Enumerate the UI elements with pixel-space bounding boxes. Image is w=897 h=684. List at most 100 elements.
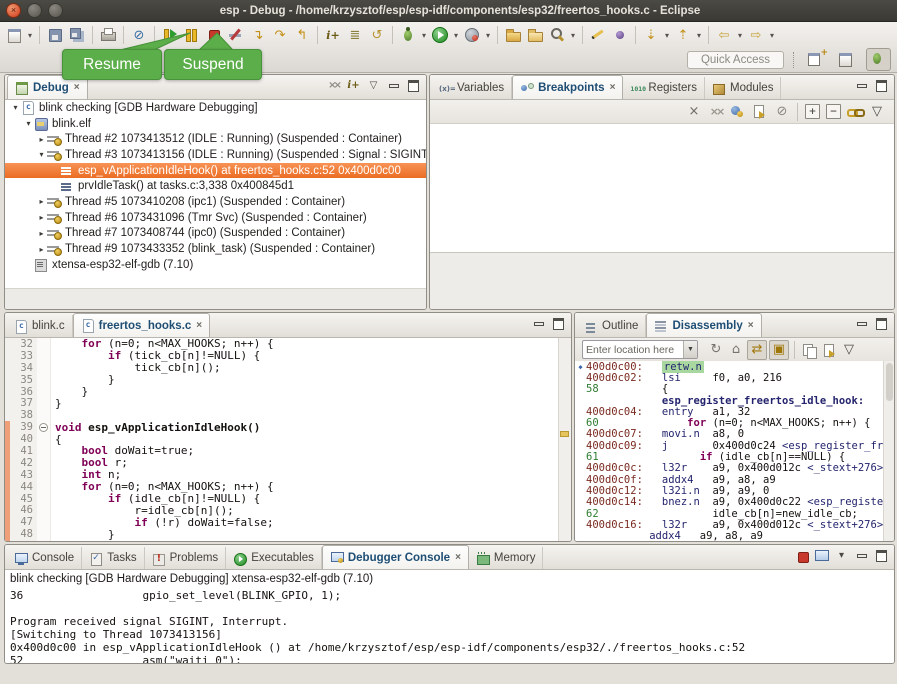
sync-with-context-icon[interactable]: ⇄ — [747, 340, 767, 360]
window-minimize-button[interactable] — [27, 3, 42, 18]
tab-variables[interactable]: Variables — [432, 77, 512, 99]
console-dropdown-icon[interactable]: ▾ — [833, 547, 850, 564]
terminate-icon[interactable] — [204, 25, 224, 45]
tab-outline[interactable]: Outline — [577, 315, 646, 337]
tab-console[interactable]: Console — [7, 547, 82, 569]
step-into-icon[interactable]: ↴ — [248, 25, 268, 45]
debug-tree-row[interactable]: ▸Thread #2 1073413512 (IDLE : Running) (… — [5, 131, 426, 147]
forward-history-icon[interactable]: ⇨ — [746, 25, 766, 45]
expander-icon[interactable]: ▸ — [36, 213, 47, 222]
debug-tree-row[interactable]: ▾Thread #3 1073413156 (IDLE : Running) (… — [5, 147, 426, 163]
close-icon[interactable]: × — [455, 552, 461, 563]
save-icon[interactable] — [45, 25, 65, 45]
display-selected-console-icon[interactable] — [813, 547, 830, 564]
resume-icon[interactable] — [160, 25, 180, 45]
expander-icon[interactable]: ▸ — [36, 245, 47, 254]
restart-icon[interactable]: ↺ — [367, 25, 387, 45]
last-edit-location-icon[interactable] — [610, 25, 630, 45]
tab-debugger-console[interactable]: Debugger Console× — [322, 545, 469, 569]
tab-executables[interactable]: Executables — [226, 547, 322, 569]
instruction-stepping-icon[interactable]: i+ — [323, 25, 343, 45]
minimize-icon[interactable] — [853, 547, 870, 564]
debug-tree-row[interactable]: ▾blink checking [GDB Hardware Debugging] — [5, 100, 426, 116]
maximize-icon[interactable] — [405, 77, 422, 94]
view-menu-icon[interactable]: ▽ — [867, 102, 887, 122]
debug-tree-row[interactable]: ▸Thread #7 1073408744 (ipc0) (Suspended … — [5, 226, 426, 242]
instruction-stepping-mode-icon[interactable]: i+ — [345, 77, 362, 94]
tab-blink-c[interactable]: blink.c — [7, 315, 73, 337]
breakpoints-list[interactable] — [430, 124, 894, 252]
disconnect-icon[interactable] — [226, 25, 246, 45]
back-history-dropdown-icon[interactable]: ▾ — [735, 31, 745, 40]
next-annotation-icon[interactable]: ⇣ — [641, 25, 661, 45]
close-icon[interactable]: × — [74, 82, 80, 93]
search-dropdown-icon[interactable]: ▾ — [568, 31, 578, 40]
maximize-icon[interactable] — [873, 77, 890, 94]
tab-registers[interactable]: Registers — [623, 77, 705, 99]
debug-tree-row[interactable]: xtensa-esp32-elf-gdb (7.10) — [5, 257, 426, 273]
run-dropdown-icon[interactable]: ▾ — [451, 31, 461, 40]
debug-tree-row[interactable]: ▸Thread #6 1073431096 (Tmr Svc) (Suspend… — [5, 210, 426, 226]
window-maximize-button[interactable] — [48, 3, 63, 18]
remove-all-breakpoints-icon[interactable]: ×× — [706, 102, 726, 122]
scrollbar-thumb[interactable] — [886, 363, 893, 401]
open-project-icon[interactable] — [503, 25, 523, 45]
debug-tree-row[interactable]: esp_vApplicationIdleHook() at freertos_h… — [5, 163, 426, 179]
remove-all-terminated-icon[interactable]: ×× — [325, 77, 342, 94]
search-icon[interactable] — [547, 25, 567, 45]
previous-annotation-icon[interactable]: ⇡ — [673, 25, 693, 45]
profile-icon[interactable] — [462, 25, 482, 45]
show-supported-breakpoints-icon[interactable] — [728, 102, 748, 122]
expander-icon[interactable]: ▸ — [36, 197, 47, 206]
skip-all-breakpoints-icon[interactable]: ⊘ — [772, 102, 792, 122]
minimize-icon[interactable] — [853, 77, 870, 94]
open-resource-icon[interactable] — [525, 25, 545, 45]
combo-dropdown-icon[interactable]: ▼ — [683, 341, 697, 358]
quick-access-input[interactable]: Quick Access — [687, 51, 784, 69]
minimize-icon[interactable] — [853, 315, 870, 332]
forward-history-dropdown-icon[interactable]: ▾ — [767, 31, 777, 40]
mark-occurrences-icon[interactable] — [588, 25, 608, 45]
profile-dropdown-icon[interactable]: ▾ — [483, 31, 493, 40]
debug-tree-row[interactable]: ▸Thread #9 1073433352 (blink_task) (Susp… — [5, 241, 426, 257]
tab-breakpoints[interactable]: Breakpoints× — [512, 75, 623, 99]
refresh-view-icon[interactable]: ↻ — [707, 341, 725, 359]
location-combo[interactable]: Enter location here ▼ — [582, 340, 698, 359]
open-perspective-icon[interactable] — [804, 48, 829, 71]
disassembly-code[interactable]: ◆400d0c00: retw.n400d0c02: lsi f0, a0, 2… — [575, 361, 884, 541]
close-icon[interactable]: × — [748, 320, 754, 331]
close-icon[interactable]: × — [196, 320, 202, 331]
tab-tasks[interactable]: Tasks — [82, 547, 144, 569]
terminate-icon[interactable] — [793, 547, 810, 564]
expand-all-icon[interactable]: + — [805, 104, 820, 119]
debug-perspective-icon[interactable] — [866, 48, 891, 71]
debug-tree[interactable]: ▾blink checking [GDB Hardware Debugging]… — [5, 100, 426, 288]
minimize-icon[interactable] — [530, 315, 547, 332]
view-menu-icon[interactable]: ▽ — [365, 77, 382, 94]
minimize-icon[interactable] — [385, 77, 402, 94]
debug-hscrollbar[interactable] — [5, 288, 426, 309]
step-return-icon[interactable]: ↰ — [292, 25, 312, 45]
tab-problems[interactable]: Problems — [145, 547, 227, 569]
disassembly-scrollbar[interactable] — [883, 361, 894, 541]
go-to-file-for-breakpoint-icon[interactable] — [750, 102, 770, 122]
show-debug-sourcelines-icon[interactable]: ≣ — [345, 25, 365, 45]
editor-overview-ruler[interactable] — [558, 338, 571, 541]
debug-tree-row[interactable]: ▾blink.elf — [5, 116, 426, 132]
expander-icon[interactable]: ▾ — [10, 103, 21, 112]
location-input[interactable]: Enter location here — [583, 344, 683, 356]
cpp-perspective-icon[interactable] — [835, 48, 860, 71]
expander-icon[interactable]: ▾ — [23, 119, 34, 128]
expander-icon[interactable]: ▸ — [36, 229, 47, 238]
step-over-icon[interactable]: ↷ — [270, 25, 290, 45]
tab-disassembly[interactable]: Disassembly× — [646, 313, 761, 337]
window-close-button[interactable]: × — [6, 3, 21, 18]
next-annotation-dropdown-icon[interactable]: ▾ — [662, 31, 672, 40]
skip-all-breakpoints-icon[interactable]: ⊘ — [129, 25, 149, 45]
maximize-icon[interactable] — [873, 547, 890, 564]
close-icon[interactable]: × — [610, 82, 616, 93]
remove-selected-breakpoints-icon[interactable]: × — [684, 102, 704, 122]
maximize-icon[interactable] — [873, 315, 890, 332]
show-source-icon[interactable]: ▣ — [769, 340, 789, 360]
debug-tree-row[interactable]: ▸Thread #5 1073410208 (ipc1) (Suspended … — [5, 194, 426, 210]
